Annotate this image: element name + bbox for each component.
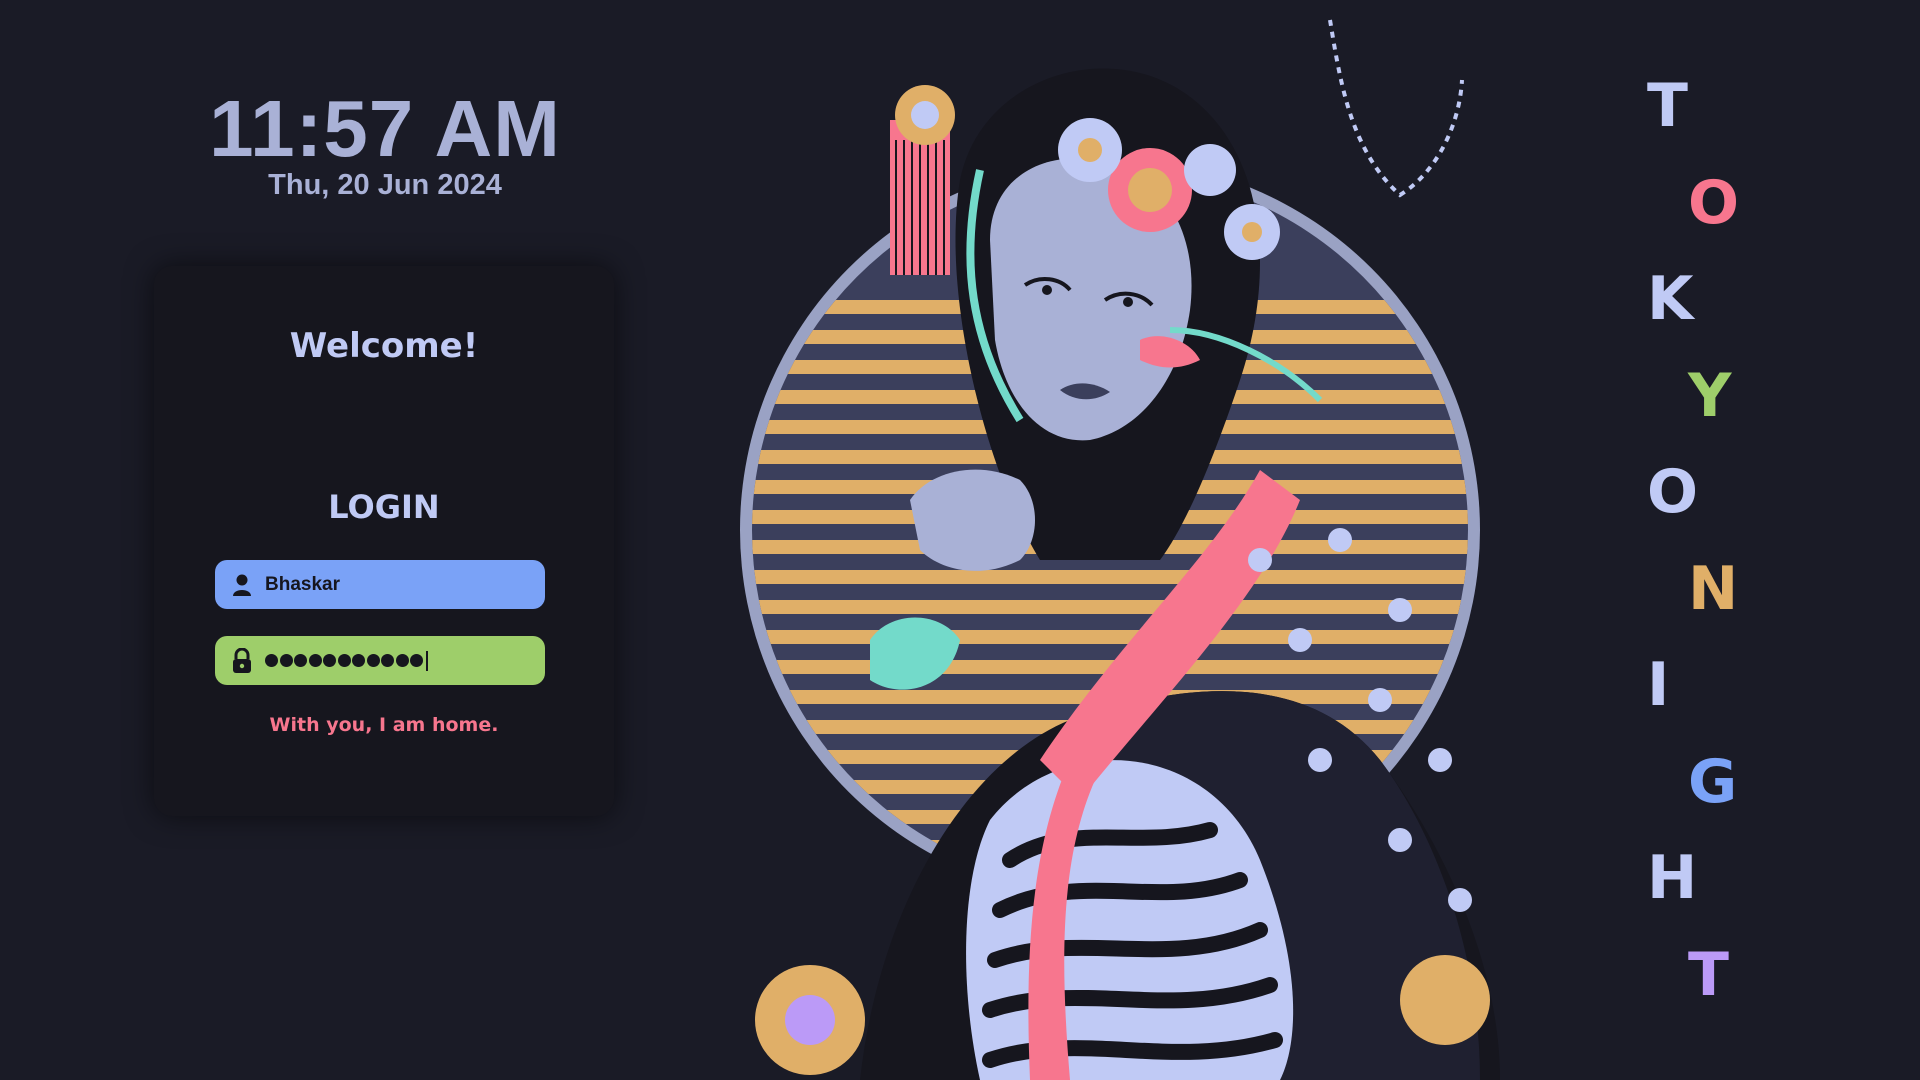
title-letter: N: [1688, 553, 1739, 624]
login-heading: LOGIN: [328, 488, 440, 526]
password-dot: [308, 654, 322, 667]
password-dot: [410, 654, 423, 667]
password-mask: [265, 650, 428, 671]
tagline: With you, I am home.: [269, 714, 499, 736]
text-caret: [425, 650, 428, 671]
welcome-heading: Welcome!: [289, 326, 479, 366]
password-dot: [279, 654, 293, 667]
geisha-artwork: [740, 0, 1540, 1080]
title-letter: I: [1647, 650, 1670, 720]
login-screen: 11:57 AM Thu, 20 Jun 2024 Welcome! LOGIN…: [0, 0, 1920, 1080]
clock-time: 11:57 AM: [209, 84, 561, 173]
title-letter: K: [1647, 264, 1694, 334]
title-letter: T: [1688, 939, 1729, 1010]
title-letter: O: [1647, 457, 1699, 527]
lock-icon: [231, 647, 253, 674]
title-letter: G: [1688, 746, 1738, 817]
title-letter: H: [1647, 843, 1698, 913]
password-dot: [337, 654, 351, 667]
title-letter: O: [1688, 167, 1740, 238]
password-dot: [366, 654, 380, 667]
title-letter: Y: [1688, 360, 1732, 431]
username-value: Bhaskar: [265, 573, 340, 595]
password-dot: [294, 654, 307, 667]
password-field[interactable]: [215, 636, 545, 685]
user-icon: [231, 572, 253, 598]
password-dot: [395, 654, 409, 667]
password-dot: [381, 654, 394, 667]
password-dot: [265, 654, 278, 667]
password-dot: [352, 654, 365, 667]
clock-date: Thu, 20 Jun 2024: [268, 169, 502, 201]
login-card: Welcome! LOGIN Bhaskar With you, I am ho…: [154, 266, 614, 816]
password-dot: [323, 654, 336, 667]
username-field[interactable]: Bhaskar: [215, 560, 545, 609]
title-letter: T: [1647, 71, 1688, 141]
